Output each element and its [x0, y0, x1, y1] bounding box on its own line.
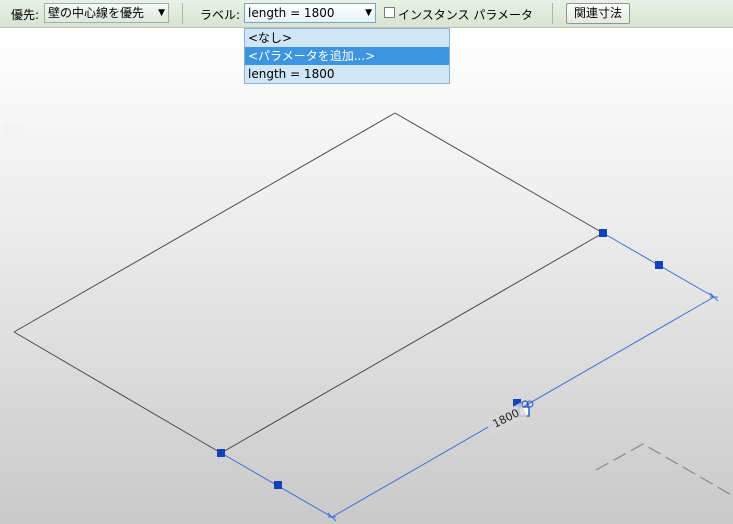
instance-parameter-checkbox[interactable]	[384, 7, 395, 18]
label-label: ラベル:	[200, 8, 241, 22]
priority-label: 優先:	[11, 8, 40, 22]
toolbar-separator	[552, 3, 553, 24]
combo-arrow-icon: ▼	[365, 8, 372, 18]
combo-arrow-icon: ▼	[158, 8, 165, 18]
hidden-edge	[595, 443, 733, 497]
dropdown-option-length[interactable]: length = 1800	[245, 65, 449, 83]
priority-combo[interactable]: 壁の中心線を優先 ▼	[44, 3, 169, 23]
toolbar-separator	[182, 3, 183, 24]
dimension-lines	[220, 232, 715, 518]
dropdown-option-none[interactable]: <なし>	[245, 29, 449, 47]
model-view	[13, 112, 733, 522]
options-bar: 優先: 壁の中心線を優先 ▼ ラベル: length = 1800 ▼ インスタ…	[0, 0, 733, 28]
priority-value: 壁の中心線を優先	[48, 6, 145, 20]
label-dropdown-list[interactable]: <なし> <パラメータを追加...> length = 1800	[244, 28, 450, 84]
related-dimension-button[interactable]: 関連寸法	[566, 3, 630, 24]
grips[interactable]	[217, 229, 663, 489]
dropdown-option-add-parameter[interactable]: <パラメータを追加...>	[245, 47, 449, 65]
label-value: length = 1800	[248, 6, 335, 20]
instance-parameter-label: インスタンス パラメータ	[398, 8, 533, 22]
label-combo[interactable]: length = 1800 ▼	[244, 3, 376, 23]
drawing-canvas[interactable]: 1800	[0, 28, 733, 524]
